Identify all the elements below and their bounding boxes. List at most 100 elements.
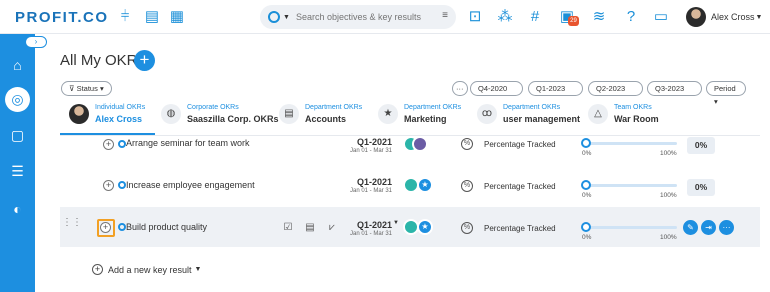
progress-min: 0% <box>582 150 592 157</box>
gauge-icon[interactable]: ◐ <box>8 200 27 219</box>
hashtag-icon[interactable]: # <box>526 8 544 26</box>
plus-icon: + <box>92 264 103 275</box>
calendar-icon[interactable]: ▢ <box>8 126 27 145</box>
progress-max: 100% <box>660 192 677 199</box>
progress-bar <box>585 226 677 229</box>
tab-individual[interactable]: Individual OKRs Alex Cross <box>69 100 159 133</box>
key-result-title[interactable]: Build product quality <box>126 222 207 232</box>
document-icon[interactable]: ▤ <box>143 8 161 26</box>
percentage-icon: % <box>461 138 473 150</box>
star-icon[interactable]: ★ <box>417 177 433 193</box>
search-bar[interactable]: ▼ ≡ <box>260 5 456 29</box>
progress-value[interactable]: 0% <box>687 137 715 154</box>
user-name[interactable]: Alex Cross <box>711 12 755 22</box>
globe-icon: ◍ <box>161 104 181 124</box>
chevron-down-icon: ▾ <box>99 84 104 93</box>
progress-slider-handle[interactable] <box>581 222 591 232</box>
chevron-down-icon[interactable]: ▼ <box>393 220 399 226</box>
people-icon[interactable]: ⁂ <box>496 8 514 26</box>
chevron-down-icon[interactable]: ▼ <box>283 14 290 21</box>
period-chip-q2-2023[interactable]: Q2-2023 <box>588 81 643 96</box>
drag-handle[interactable]: ⋮⋮ <box>62 218 82 228</box>
date-range: Jan 01 - Mar 31 <box>350 148 393 154</box>
key-result-row[interactable]: + Increase employee engagement Q1-2021 J… <box>60 163 760 207</box>
tab-corporate[interactable]: ◍ Corporate OKRs Saaszilla Corp. OKRs <box>161 100 279 133</box>
period-chip-q4-2020[interactable]: Q4-2020 <box>470 81 523 96</box>
more-options-button[interactable]: ··· <box>719 220 734 235</box>
expand-icon[interactable]: + <box>103 139 114 150</box>
quarter-label: Q1-2021 <box>357 137 393 147</box>
quarter-label: Q1-2021 <box>357 177 393 187</box>
percentage-icon: % <box>461 180 473 192</box>
date-range: Jan 01 - Mar 31 <box>350 231 393 237</box>
chevron-down-icon: ▼ <box>194 266 202 273</box>
chat-icon[interactable]: ▭ <box>652 8 670 26</box>
add-okr-button[interactable]: + <box>134 50 155 71</box>
progress-min: 0% <box>582 192 592 199</box>
period-chip-q1-2023[interactable]: Q1-2023 <box>528 81 583 96</box>
filter-icon[interactable]: ≡ <box>442 10 448 21</box>
chart-icon[interactable]: ⩗ <box>326 222 338 234</box>
page-title: All My OKRs <box>60 52 146 69</box>
triangle-icon: △ <box>588 104 608 124</box>
percentage-icon: % <box>461 222 473 234</box>
logo[interactable]: PROFIT.CO <box>15 9 109 26</box>
expand-icon[interactable]: + <box>103 180 114 191</box>
folder-icon[interactable]: ⊡ <box>466 8 484 26</box>
progress-max: 100% <box>660 234 677 241</box>
filter-icon: ⊽ <box>69 84 75 93</box>
home-icon[interactable]: ⌂ <box>8 56 27 75</box>
check-in-button[interactable]: ⇥ <box>701 220 716 235</box>
progress-bar <box>585 142 677 145</box>
add-key-result-button[interactable]: + Add a new key result ▼ <box>92 264 201 275</box>
tracking-type: Percentage Tracked <box>484 140 556 149</box>
document-icon[interactable]: ▤ <box>304 222 316 234</box>
key-result-icon <box>118 223 126 231</box>
key-result-title[interactable]: Increase employee engagement <box>126 180 255 190</box>
expand-icon[interactable]: + <box>100 222 111 233</box>
star-icon[interactable]: ★ <box>417 219 433 235</box>
chat-icon[interactable]: ☰ <box>8 162 27 181</box>
key-result-icon <box>118 140 126 148</box>
notification-badge: 29 <box>568 16 579 26</box>
period-chip-q3-2023[interactable]: Q3-2023 <box>647 81 702 96</box>
tab-department-marketing[interactable]: ★ Department OKRs Marketing <box>378 100 463 133</box>
target-icon[interactable]: ◎ <box>5 87 30 112</box>
document-icon: ▤ <box>279 104 299 124</box>
help-icon[interactable]: ? <box>622 8 640 26</box>
sidebar: ⌂ ◎ ▢ ☰ ◐ <box>0 34 35 292</box>
date-range: Jan 01 - Mar 31 <box>350 188 393 194</box>
edit-button[interactable]: ✎ <box>683 220 698 235</box>
tab-department-accounts[interactable]: ▤ Department OKRs Accounts <box>279 100 362 133</box>
tab-team-war-room[interactable]: △ Team OKRs War Room <box>588 100 668 133</box>
avatar[interactable] <box>686 7 706 27</box>
status-filter[interactable]: ⊽ Status ▾ <box>61 81 112 96</box>
hierarchy-icon[interactable]: ⫩ <box>116 8 134 26</box>
progress-slider-handle[interactable] <box>581 138 591 148</box>
progress-bar <box>585 184 677 187</box>
tab-department-user-management[interactable]: ꝏ Department OKRs user management <box>477 100 580 133</box>
progress-slider-handle[interactable] <box>581 180 591 190</box>
tracking-type: Percentage Tracked <box>484 224 556 233</box>
user-menu[interactable]: Alex Cross ▼ <box>686 7 762 27</box>
quarter-label: Q1-2021 <box>357 220 393 230</box>
avatar <box>69 104 89 124</box>
key-result-icon <box>118 181 126 189</box>
owner-avatar[interactable] <box>412 136 428 152</box>
tracking-type: Percentage Tracked <box>484 182 556 191</box>
check-list-icon[interactable]: ☑ <box>282 222 294 234</box>
chevron-down-icon[interactable]: ▼ <box>756 14 763 21</box>
target-icon[interactable] <box>268 11 280 23</box>
star-icon: ★ <box>378 104 398 124</box>
grid-icon[interactable]: ▦ <box>168 8 186 26</box>
key-result-row[interactable]: ⋮⋮ + Build product quality ☑ ▤ ⩗ Q1-2021… <box>60 207 760 247</box>
sidebar-toggle-button[interactable]: › <box>25 36 47 48</box>
layers-icon[interactable]: ≋ <box>590 8 608 26</box>
period-select[interactable]: Period ▾ <box>706 81 746 106</box>
okr-tabs: Individual OKRs Alex Cross ◍ Corporate O… <box>60 100 760 134</box>
search-input[interactable] <box>295 12 436 22</box>
more-periods-button[interactable]: ··· <box>452 81 468 96</box>
progress-max: 100% <box>660 150 677 157</box>
progress-value[interactable]: 0% <box>687 179 715 196</box>
key-result-title[interactable]: Arrange seminar for team work <box>126 138 250 148</box>
